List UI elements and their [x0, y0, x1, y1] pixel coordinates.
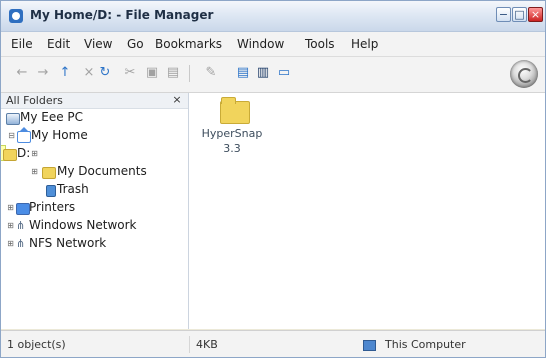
- folder-icon: [220, 97, 250, 124]
- menu-file[interactable]: Eile: [11, 37, 33, 51]
- tree-item-label: My Home: [31, 128, 88, 142]
- tree-item-d-drive[interactable]: ⊞ D:: [1, 145, 188, 164]
- copy-icon[interactable]: ▣: [144, 65, 160, 81]
- close-button[interactable]: ×: [528, 7, 543, 22]
- menu-view[interactable]: View: [84, 37, 112, 51]
- expand-icon[interactable]: ⊞: [6, 203, 15, 212]
- file-list-pane[interactable]: HyperSnap 3.3: [189, 93, 545, 329]
- trash-icon: [46, 185, 56, 197]
- folder-tree-pane: All Folders × My Eee PC ⊟ My Home ⊞ D: ⊞…: [1, 93, 189, 329]
- menu-tools[interactable]: Tools: [305, 37, 335, 51]
- status-object-count: 1 object(s): [7, 338, 66, 351]
- expand-icon[interactable]: ⊞: [6, 221, 15, 230]
- tree-item-my-documents[interactable]: ⊞ My Documents: [1, 164, 188, 182]
- network-icon: ⋔: [16, 220, 28, 231]
- tree-item-trash[interactable]: Trash: [1, 182, 188, 200]
- status-location: This Computer: [385, 338, 466, 351]
- tree-item-label: Printers: [29, 200, 76, 214]
- maximize-button[interactable]: □: [512, 7, 527, 22]
- tree-item-printers[interactable]: ⊞ Printers: [1, 200, 188, 218]
- file-name-line-1: HyperSnap: [201, 127, 263, 140]
- file-manager-window: My Home/D: - File Manager − □ × Eile Edi…: [0, 0, 546, 358]
- stop-icon[interactable]: ×: [81, 65, 97, 81]
- title-bar[interactable]: My Home/D: - File Manager − □ ×: [1, 1, 545, 32]
- tree-item-label: Trash: [57, 182, 89, 196]
- status-bar: 1 object(s) 4KB This Computer: [1, 330, 545, 357]
- expand-icon[interactable]: ⊞: [30, 167, 39, 176]
- folder-icon: [42, 167, 56, 179]
- menu-help[interactable]: Help: [351, 37, 378, 51]
- pane-close-button[interactable]: ×: [171, 94, 183, 106]
- split-view-icon[interactable]: ▥: [255, 65, 271, 81]
- home-icon: [17, 127, 31, 143]
- collapse-icon[interactable]: ⊟: [7, 131, 16, 140]
- sidebar-toggle-icon[interactable]: ▭: [276, 65, 292, 81]
- tree-item-windows-network[interactable]: ⊞ ⋔ Windows Network: [1, 218, 188, 236]
- tree-item-label: My Documents: [57, 164, 147, 178]
- window-title: My Home/D: - File Manager: [30, 8, 214, 22]
- tree-item-my-home[interactable]: ⊟ My Home: [1, 127, 188, 146]
- minimize-button[interactable]: −: [496, 7, 511, 22]
- busy-indicator-icon: [510, 60, 538, 88]
- expand-icon[interactable]: ⊞: [6, 239, 15, 248]
- tree-item-label: NFS Network: [29, 236, 107, 250]
- menu-window[interactable]: Window: [237, 37, 284, 51]
- menu-bookmarks[interactable]: Bookmarks: [155, 37, 222, 51]
- computer-icon: [6, 113, 20, 125]
- menu-go[interactable]: Go: [127, 37, 144, 51]
- tree-item-label: Windows Network: [29, 218, 137, 232]
- tree-item-label: D:: [17, 146, 31, 160]
- file-name: HyperSnap 3.3: [197, 126, 267, 156]
- selected-folder[interactable]: D:: [1, 145, 30, 161]
- back-arrow-icon[interactable]: ←: [14, 65, 30, 81]
- toolbar-separator: [189, 65, 190, 82]
- refresh-icon[interactable]: ↻: [97, 65, 113, 81]
- status-size: 4KB: [189, 336, 359, 353]
- tree-item-nfs-network[interactable]: ⊞ ⋔ NFS Network: [1, 236, 188, 254]
- menu-bar: Eile Edit View Go Bookmarks Window Tools…: [1, 32, 545, 57]
- folder-icon: [3, 149, 17, 161]
- view-mode-icon[interactable]: ▤: [235, 65, 251, 81]
- printer-icon: [16, 203, 30, 215]
- app-icon: [9, 9, 23, 23]
- computer-icon: [363, 340, 376, 351]
- rename-icon[interactable]: ✎: [203, 65, 219, 81]
- tree-item-my-eee-pc[interactable]: My Eee PC: [1, 110, 188, 128]
- forward-arrow-icon[interactable]: →: [35, 65, 51, 81]
- cut-icon[interactable]: ✂: [122, 65, 138, 81]
- pane-title: All Folders: [6, 94, 63, 107]
- pane-header: All Folders ×: [1, 93, 188, 109]
- up-arrow-icon[interactable]: ↑: [57, 65, 73, 81]
- toolbar: ← → ↑ × ↻ ✂ ▣ ▤ ✎ ▤ ▥ ▭: [1, 57, 545, 93]
- file-item-hypersnap[interactable]: HyperSnap 3.3: [197, 97, 267, 163]
- tree-item-label: My Eee PC: [20, 110, 84, 124]
- network-icon: ⋔: [16, 238, 28, 249]
- expand-icon[interactable]: ⊞: [30, 149, 39, 158]
- paste-icon[interactable]: ▤: [165, 65, 181, 81]
- file-name-line-2: 3.3: [223, 142, 241, 155]
- menu-edit[interactable]: Edit: [47, 37, 70, 51]
